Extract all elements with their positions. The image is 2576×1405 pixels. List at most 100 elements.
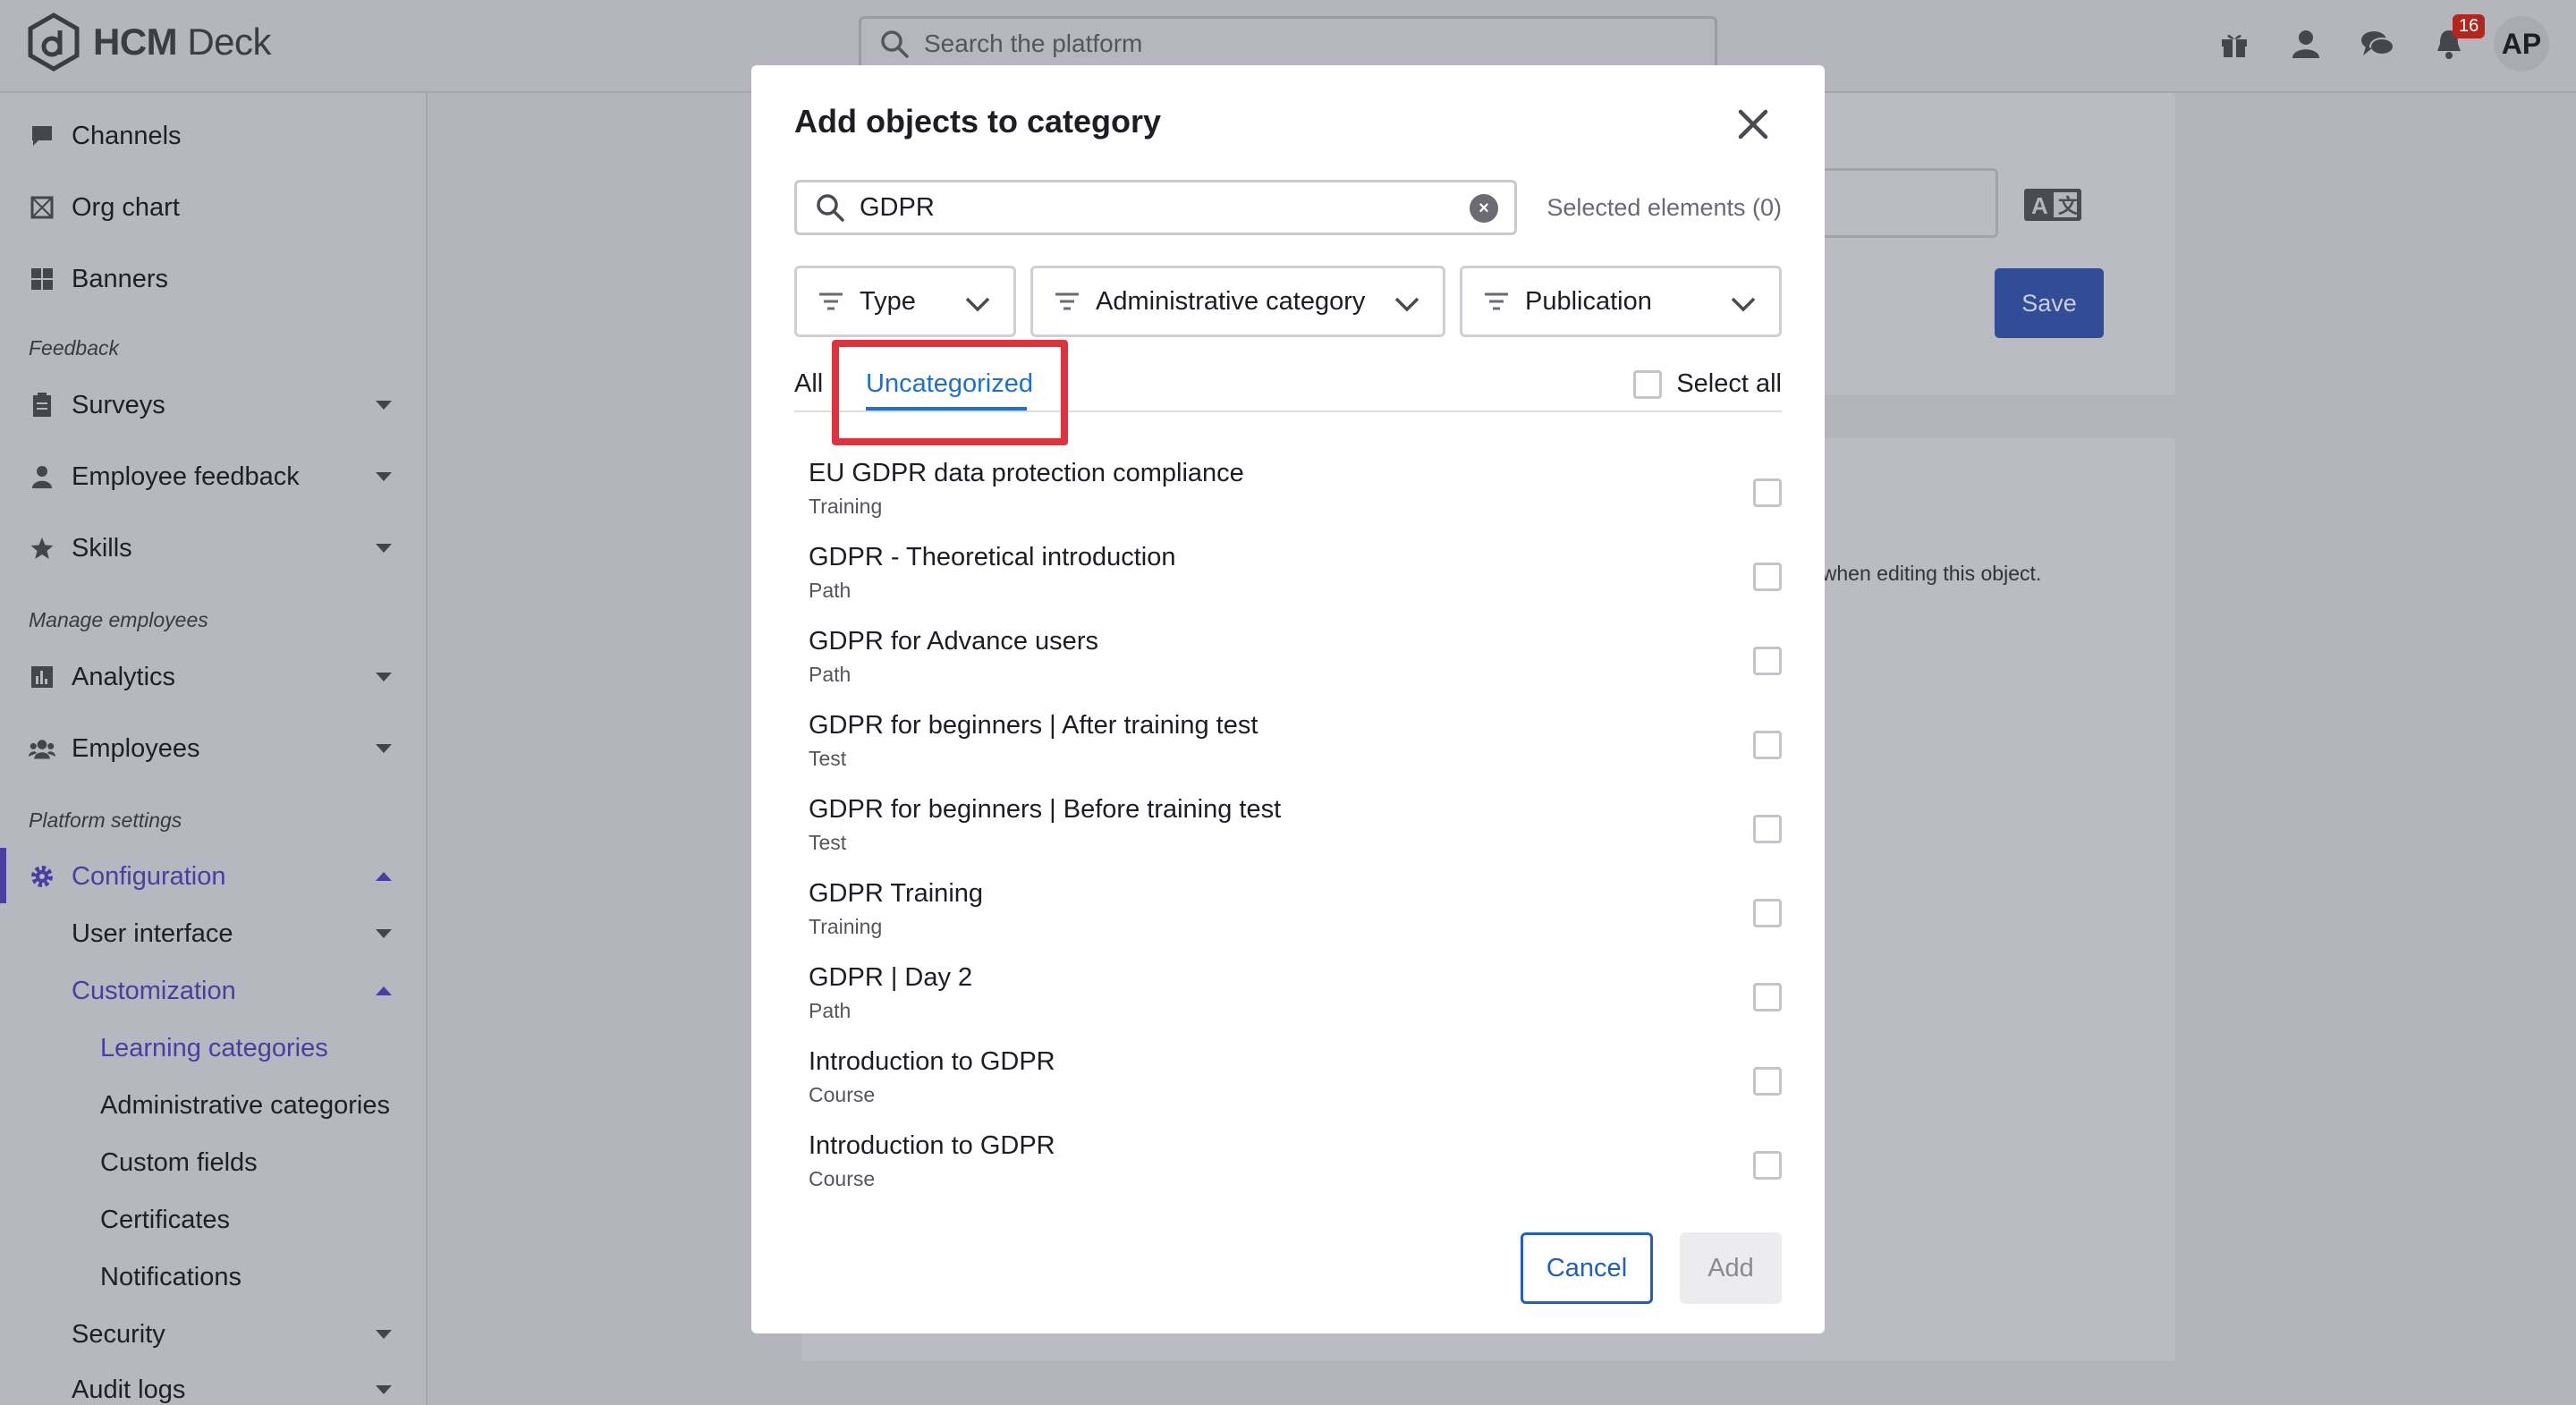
item-title: GDPR for beginners | Before training tes… (809, 795, 1282, 824)
avatar[interactable]: AP (2494, 16, 2549, 72)
chevron-down-icon (376, 744, 392, 753)
chevron-down-icon (1731, 297, 1756, 312)
row-checkbox[interactable] (1753, 983, 1782, 1011)
svg-text:文: 文 (2058, 195, 2079, 217)
chevron-up-icon (376, 986, 392, 995)
list-item[interactable]: GDPR Training Training (809, 879, 1782, 963)
item-type: Course (809, 1167, 876, 1190)
chevron-down-icon (376, 673, 392, 681)
add-button[interactable]: Add (1680, 1232, 1782, 1304)
filter-icon (1485, 292, 1508, 310)
sidebar-item-employee-feedback[interactable]: Employee feedback (0, 450, 428, 504)
item-type: Path (809, 579, 852, 602)
save-button[interactable]: Save (1995, 268, 2104, 338)
list-item[interactable]: GDPR for beginners | After training test… (809, 711, 1782, 795)
chevron-down-icon (376, 1385, 392, 1394)
item-title: Introduction to GDPR (809, 1047, 1055, 1076)
sidebar-item-label: Custom fields (100, 1147, 258, 1177)
row-checkbox[interactable] (1753, 563, 1782, 591)
list-item[interactable]: GDPR for Advance users Path (809, 627, 1782, 711)
type-filter-dropdown[interactable]: Type (794, 266, 1016, 337)
sidebar-item-customization[interactable]: Customization (0, 964, 428, 1018)
item-type: Path (809, 663, 852, 686)
banners-icon (29, 266, 55, 292)
list-item[interactable]: Introduction to GDPR Course (809, 1131, 1782, 1215)
sidebar-item-label: User interface (72, 918, 233, 948)
item-title: Introduction to GDPR (809, 1131, 1055, 1160)
sidebar-item-analytics[interactable]: Analytics (0, 650, 428, 704)
chat-icon[interactable] (2342, 16, 2413, 72)
row-checkbox[interactable] (1753, 647, 1782, 675)
svg-text:A: A (2031, 192, 2048, 219)
sidebar-item-skills[interactable]: Skills (0, 521, 428, 575)
item-type: Course (809, 1083, 876, 1106)
cancel-button[interactable]: Cancel (1521, 1232, 1653, 1304)
sidebar-item-employees[interactable]: Employees (0, 722, 428, 775)
sidebar-item-certificates[interactable]: Certificates (0, 1193, 428, 1247)
select-all-checkbox[interactable]: Select all (1633, 369, 1782, 399)
app-logo[interactable]: HCM Deck (27, 13, 272, 72)
sidebar-item-label: Certificates (100, 1205, 231, 1234)
gift-icon[interactable] (2199, 16, 2270, 72)
item-title: GDPR for Advance users (809, 627, 1098, 656)
search-icon (881, 30, 909, 58)
sidebar-item-org-chart[interactable]: Org chart (0, 181, 428, 234)
filter-label: Publication (1525, 286, 1652, 316)
item-type: Test (809, 747, 847, 770)
sidebar-item-label: Skills (72, 533, 132, 563)
close-icon[interactable] (1733, 105, 1773, 144)
bell-icon[interactable]: 16 (2413, 14, 2486, 72)
row-checkbox[interactable] (1753, 1151, 1782, 1180)
checkbox[interactable] (1633, 369, 1663, 399)
list-item[interactable]: GDPR for beginners | Before training tes… (809, 795, 1782, 879)
row-checkbox[interactable] (1753, 815, 1782, 843)
sidebar-item-user-interface[interactable]: User interface (0, 907, 428, 961)
item-title: GDPR for beginners | After training test (809, 711, 1258, 740)
row-checkbox[interactable] (1753, 899, 1782, 927)
sidebar-item-administrative-categories[interactable]: Administrative categories (0, 1079, 428, 1132)
sidebar-item-label: Administrative categories (100, 1090, 390, 1120)
sidebar-item-security[interactable]: Security (0, 1308, 428, 1361)
global-search-input[interactable]: Search the platform (859, 16, 1717, 72)
sidebar-item-label: Org chart (72, 192, 180, 222)
tab-all[interactable]: All (794, 369, 823, 399)
notification-badge: 16 (2453, 14, 2486, 38)
sidebar-item-channels[interactable]: Channels (0, 109, 428, 163)
row-checkbox[interactable] (1753, 478, 1782, 507)
add-objects-dialog: Add objects to category GDPR × Selected … (751, 65, 1825, 1333)
sidebar-item-surveys[interactable]: Surveys (0, 378, 428, 432)
dialog-search-input[interactable]: GDPR × (794, 180, 1517, 235)
row-checkbox[interactable] (1753, 1067, 1782, 1096)
list-item[interactable]: EU GDPR data protection compliance Train… (809, 459, 1782, 543)
chevron-down-icon (376, 472, 392, 481)
list-item[interactable]: GDPR | Day 2 Path (809, 963, 1782, 1047)
background-name-input[interactable] (1816, 168, 1998, 238)
sidebar-item-configuration[interactable]: Configuration (0, 850, 428, 903)
users-icon (29, 735, 55, 762)
dialog-title: Add objects to category (794, 103, 1162, 140)
section-platform-settings: Platform settings (29, 808, 182, 832)
clipboard-icon (29, 392, 55, 419)
org-chart-icon (29, 194, 55, 221)
sidebar-item-audit-logs[interactable]: Audit logs (0, 1363, 428, 1405)
sidebar-item-custom-fields[interactable]: Custom fields (0, 1136, 428, 1189)
list-item[interactable]: GDPR - Theoretical introduction Path (809, 543, 1782, 627)
clear-search-icon[interactable]: × (1470, 194, 1498, 223)
list-item[interactable]: Introduction to GDPR Course (809, 1047, 1782, 1131)
sidebar-item-label: Notifications (100, 1262, 242, 1291)
translate-icon[interactable]: A 文 (2023, 188, 2082, 222)
administrative-category-filter-dropdown[interactable]: Administrative category (1030, 266, 1445, 337)
item-type: Path (809, 999, 852, 1022)
sidebar-item-label: Security (72, 1319, 165, 1349)
row-checkbox[interactable] (1753, 731, 1782, 759)
highlight-box (832, 340, 1068, 445)
sidebar-item-notifications[interactable]: Notifications (0, 1250, 428, 1304)
publication-filter-dropdown[interactable]: Publication (1460, 266, 1782, 337)
chevron-down-icon (376, 929, 392, 938)
user-icon[interactable] (2270, 16, 2342, 72)
sidebar-item-learning-categories[interactable]: Learning categories (0, 1021, 428, 1075)
select-all-label: Select all (1676, 369, 1782, 398)
sidebar-item-banners[interactable]: Banners (0, 252, 428, 306)
chevron-down-icon (376, 401, 392, 410)
analytics-icon (29, 664, 55, 690)
